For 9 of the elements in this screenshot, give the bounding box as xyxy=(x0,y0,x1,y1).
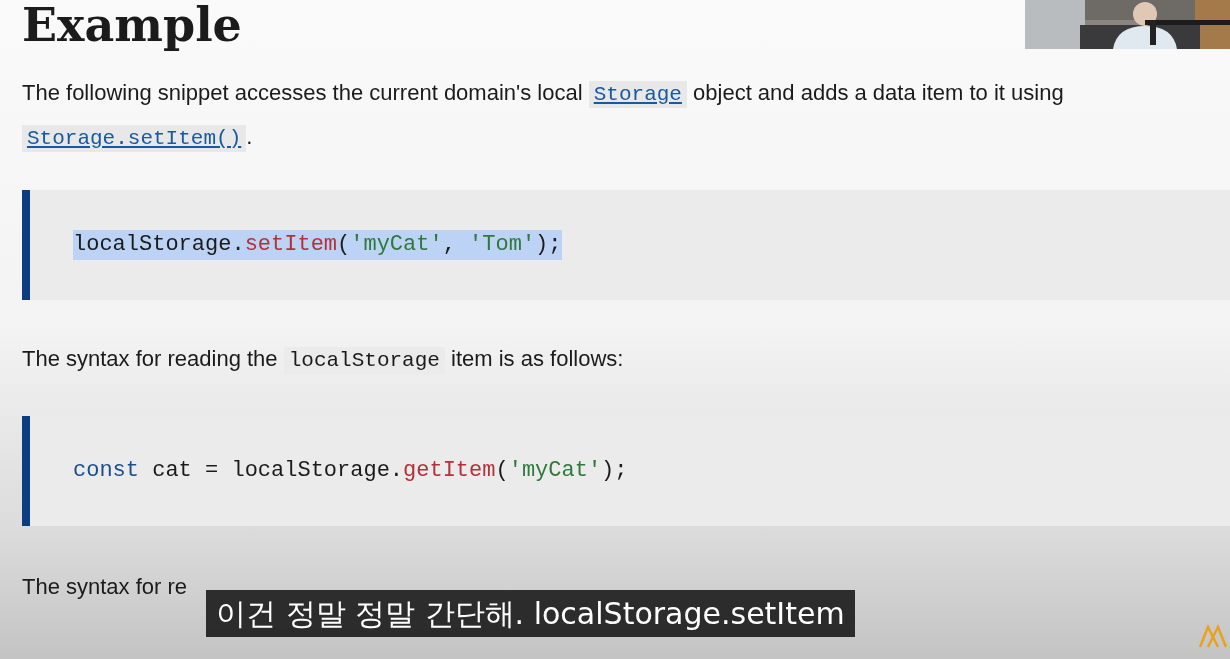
subtitle-caption: 이건 정말 정말 간단해. localStorage.setItem xyxy=(206,590,855,637)
code-line: const cat = localStorage.getItem('myCat'); xyxy=(73,457,628,485)
code-link[interactable]: Storage.setItem() xyxy=(22,125,247,152)
page-heading: Example xyxy=(22,0,242,50)
code-link[interactable]: Storage xyxy=(588,81,687,108)
paragraph: The following snippet accesses the current domain's local Storage object and adds a data item to it using Storage.setItem() . xyxy=(22,79,1065,154)
paragraph: The syntax for re xyxy=(22,573,189,601)
logo-icon xyxy=(1198,623,1228,649)
paragraph: The syntax for reading the localStorage item is as follows: xyxy=(22,345,625,376)
